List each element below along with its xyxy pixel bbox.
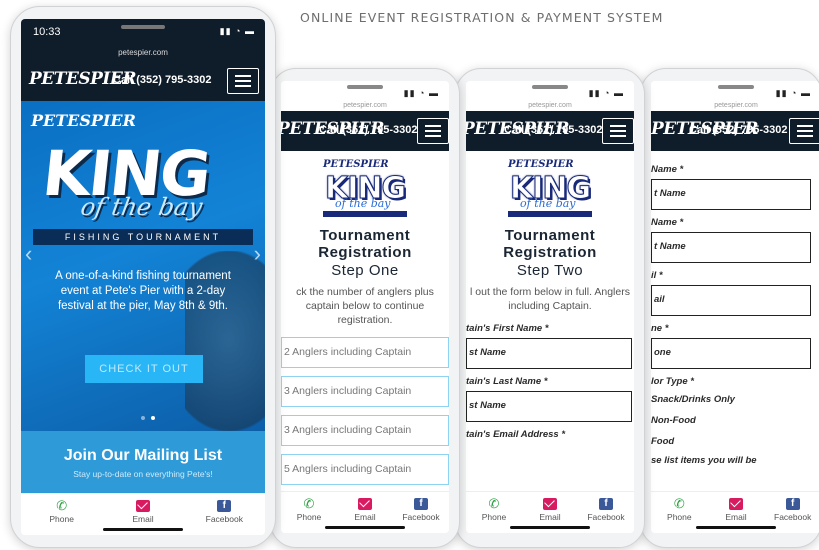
carousel-next-icon[interactable]: › xyxy=(254,241,261,267)
phone-icon: ✆ xyxy=(488,496,500,511)
step-description: l out the form below in full. Anglers in… xyxy=(470,286,630,312)
phone-icon: ✆ xyxy=(303,496,315,511)
email-label: il * xyxy=(651,270,663,281)
menu-button[interactable] xyxy=(602,118,634,144)
email-input[interactable]: ail xyxy=(651,285,811,316)
phone-step-two: ▮▮ ◔ ▬ petespier.com PETESPIER Call (352… xyxy=(455,68,645,548)
call-link[interactable]: Call (352) 795-3302 xyxy=(689,124,787,136)
page-title-line2: Registration xyxy=(503,244,597,261)
vendor-type-label: lor Type * xyxy=(651,376,694,387)
call-link[interactable]: Call (352) 795-3302 xyxy=(113,74,211,86)
list-items-label: se list items you will be xyxy=(651,455,757,466)
bottom-nav: ✆ Phone Email f Facebook xyxy=(651,491,819,533)
page-headline: ONLINE EVENT REGISTRATION & PAYMENT SYST… xyxy=(300,10,664,25)
vendor-option-nonfood[interactable]: Non-Food xyxy=(651,414,819,427)
mailing-list-section: Join Our Mailing List Stay up-to-date on… xyxy=(21,431,265,501)
nav-facebook[interactable]: f Facebook xyxy=(184,494,265,535)
mailing-list-text: Stay up-to-date on everything Pete's! xyxy=(73,469,213,479)
site-header: PETESPIER Call (352) 795-3302 xyxy=(281,111,449,151)
url-bar[interactable]: petespier.com xyxy=(21,48,265,57)
last-name-input[interactable]: t Name xyxy=(651,232,811,263)
angler-option-1[interactable]: 2 Anglers including Captain xyxy=(281,337,449,368)
url-bar[interactable]: petespier.com xyxy=(651,102,819,109)
carousel-dots[interactable] xyxy=(141,407,161,425)
nav-phone[interactable]: ✆ Phone xyxy=(21,494,102,535)
last-name-label: Name * xyxy=(651,217,684,228)
site-header: PETESPIER Call (352) 795-3302 xyxy=(466,111,634,151)
vendor-option-food[interactable]: Food xyxy=(651,435,819,448)
status-bar: ▮▮ ◔ ▬ petespier.com xyxy=(281,81,449,111)
captain-email-label: tain's Email Address * xyxy=(466,429,566,440)
bottom-nav: ✆ Phone Email f Facebook xyxy=(281,491,449,533)
url-bar[interactable]: petespier.com xyxy=(466,102,634,109)
bottom-nav: ✆ Phone Email f Facebook xyxy=(21,493,265,535)
first-name-input[interactable]: t Name xyxy=(651,179,811,210)
hero-banner: PETESPIER KING of the bay FISHING TOURNA… xyxy=(21,101,265,431)
step-label: Step One xyxy=(331,262,399,279)
angler-option-4[interactable]: 5 Anglers including Captain xyxy=(281,454,449,485)
phone-step-three: ▮▮ ◔ ▬ petespier.com PETESPIER Call (352… xyxy=(640,68,819,548)
site-header: PETESPIER Call (352) 795-3302 xyxy=(651,111,819,151)
hero-banner-strip: FISHING TOURNAMENT xyxy=(33,229,253,245)
status-bar: ▮▮ ◔ ▬ petespier.com xyxy=(651,81,819,111)
menu-button[interactable] xyxy=(417,118,449,144)
angler-option-2[interactable]: 3 Anglers including Captain xyxy=(281,376,449,407)
status-time: 10:33 xyxy=(33,26,61,38)
captain-first-name-label: tain's First Name * xyxy=(466,323,549,334)
phone-input[interactable]: one xyxy=(651,338,811,369)
menu-button[interactable] xyxy=(789,118,819,144)
call-link[interactable]: Call (352) 795-3302 xyxy=(319,124,417,136)
check-it-out-button[interactable]: CHECK IT OUT xyxy=(85,355,203,383)
page-title-line1: Tournament xyxy=(319,227,411,244)
call-link[interactable]: Call (352) 795-3302 xyxy=(504,124,602,136)
email-icon xyxy=(358,498,372,510)
signal-icon: ▮▮ ◔ ▬ xyxy=(403,88,439,98)
step-description: ck the number of anglers plus captain be… xyxy=(296,286,434,326)
tournament-logo: PETESPIER KING of the bay xyxy=(319,159,411,221)
signal-icon: ▮▮ ◔ ▬ xyxy=(775,88,811,98)
carousel-prev-icon[interactable]: ‹ xyxy=(25,241,32,267)
status-bar: 10:33 ▮▮ ◔ ▬ petespier.com xyxy=(21,19,265,61)
mailing-list-title: Join Our Mailing List xyxy=(63,447,223,464)
captain-last-name-input[interactable]: st Name xyxy=(466,391,632,422)
hero-description: A one-of-a-kind fishing tournament event… xyxy=(55,270,231,312)
bottom-nav: ✆ Phone Email f Facebook xyxy=(466,491,634,533)
hero-logo: PETESPIER xyxy=(31,111,136,130)
signal-icon: ▮▮ ◔ ▬ xyxy=(219,26,255,36)
email-icon xyxy=(729,498,743,510)
vendor-option-snack[interactable]: Snack/Drinks Only xyxy=(651,393,819,406)
url-bar[interactable]: petespier.com xyxy=(281,102,449,109)
facebook-icon: f xyxy=(414,498,428,510)
promo-stage: ONLINE EVENT REGISTRATION & PAYMENT SYST… xyxy=(0,0,819,550)
page-title-line1: Tournament xyxy=(504,227,596,244)
phone-icon: ✆ xyxy=(56,498,68,513)
step-label: Step Two xyxy=(516,262,584,279)
phone-label: ne * xyxy=(651,323,669,334)
status-bar: ▮▮ ◔ ▬ petespier.com xyxy=(466,81,634,111)
tournament-logo: PETESPIER KING of the bay xyxy=(504,159,596,221)
phone-icon: ✆ xyxy=(673,496,685,511)
menu-button[interactable] xyxy=(227,68,259,94)
facebook-icon: f xyxy=(217,500,232,512)
facebook-icon: f xyxy=(599,498,613,510)
first-name-label: Name * xyxy=(651,164,684,175)
facebook-icon: f xyxy=(785,498,800,510)
hero-subtitle: of the bay xyxy=(78,193,205,221)
phone-home: 10:33 ▮▮ ◔ ▬ petespier.com PETESPIER Cal… xyxy=(10,6,276,548)
captain-last-name-label: tain's Last Name * xyxy=(466,376,548,387)
signal-icon: ▮▮ ◔ ▬ xyxy=(588,88,624,98)
captain-first-name-input[interactable]: st Name xyxy=(466,338,632,369)
site-header: PETESPIER Call (352) 795-3302 xyxy=(21,61,265,101)
phone-step-one: ▮▮ ◔ ▬ petespier.com PETESPIER Call (352… xyxy=(270,68,460,548)
page-title-line2: Registration xyxy=(318,244,412,261)
angler-option-3[interactable]: 3 Anglers including Captain xyxy=(281,415,449,446)
email-icon xyxy=(135,500,150,512)
email-icon xyxy=(543,498,557,510)
